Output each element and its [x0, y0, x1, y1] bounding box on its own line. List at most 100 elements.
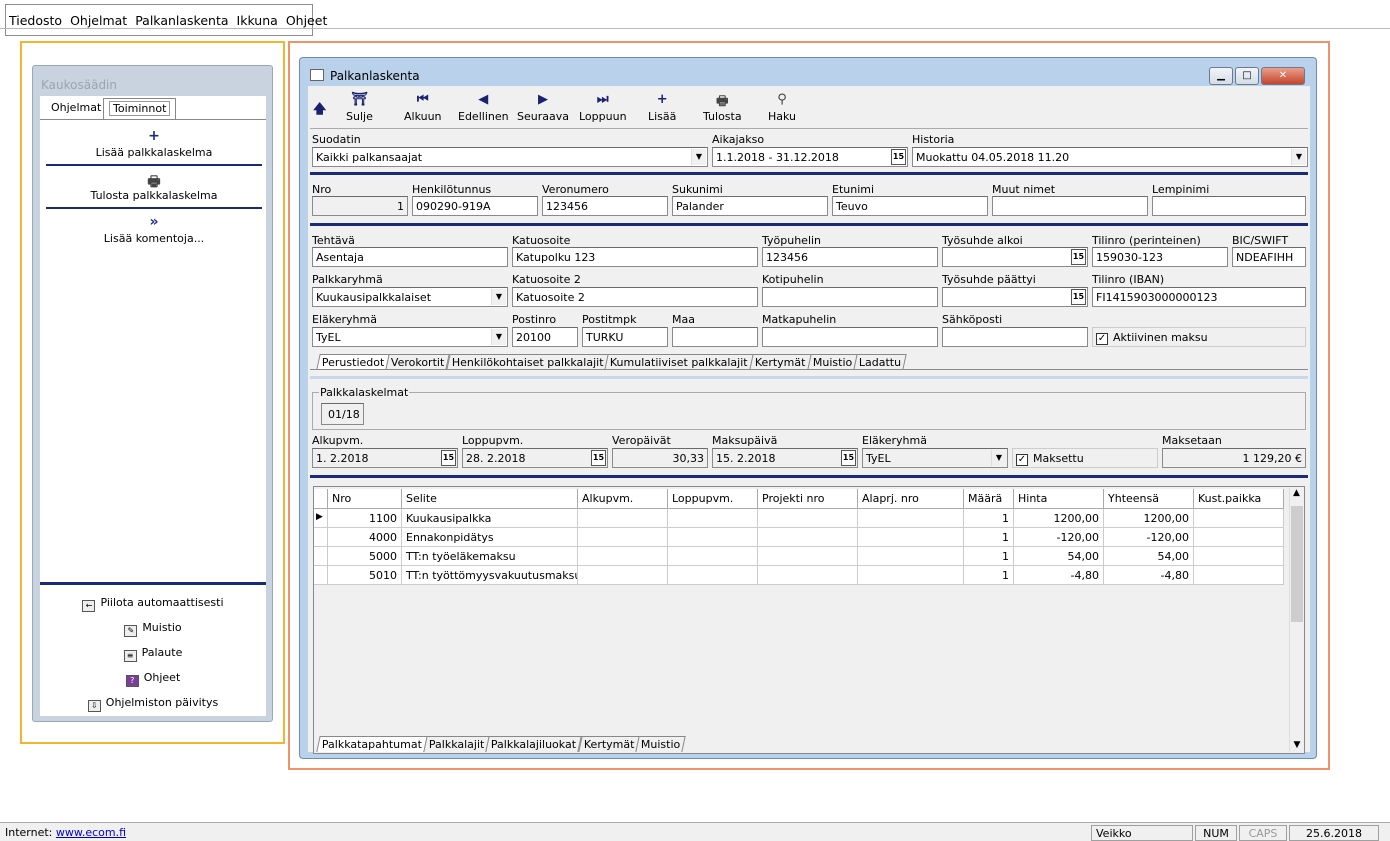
- calendar-icon[interactable]: 15: [1071, 249, 1086, 265]
- table-cell[interactable]: [668, 566, 758, 585]
- table-cell[interactable]: [1194, 566, 1284, 585]
- table-cell[interactable]: 1: [964, 566, 1014, 585]
- table-cell[interactable]: [858, 509, 964, 528]
- payment-date-field[interactable]: 15. 2.2018 15: [712, 448, 858, 468]
- active-payment-checkbox[interactable]: ✓ Aktiivinen maksu: [1092, 327, 1306, 347]
- toolbar-first[interactable]: ⏮ Alkuun: [404, 92, 442, 123]
- table-cell[interactable]: 5010: [328, 566, 402, 585]
- table-cell[interactable]: 5000: [328, 547, 402, 566]
- street2-field[interactable]: Katuosoite 2: [512, 287, 758, 307]
- end-date-field[interactable]: 28. 2.2018 15: [462, 448, 608, 468]
- other-names-field[interactable]: [992, 196, 1148, 216]
- table-cell[interactable]: [758, 547, 858, 566]
- to-pay-field[interactable]: 1 129,20 €: [1162, 448, 1306, 468]
- filter-select[interactable]: Kaikki palkansaajat ▼: [312, 147, 708, 167]
- grid-header[interactable]: Nro: [328, 489, 402, 509]
- tab-palkkatapahtumat[interactable]: Palkkatapahtumat: [316, 736, 428, 752]
- table-cell[interactable]: 4000: [328, 528, 402, 547]
- print-payslip-command[interactable]: 🖶 Tulosta palkkalaskelma: [46, 171, 262, 202]
- postal-code-field[interactable]: 20100: [512, 327, 578, 347]
- tab-muistio-bottom[interactable]: Muistio: [635, 736, 687, 752]
- tab-toiminnot[interactable]: Toiminnot: [103, 98, 177, 120]
- row-selector[interactable]: [314, 547, 328, 566]
- grid-header[interactable]: Kust.paikka: [1194, 489, 1284, 509]
- tab-perustiedot[interactable]: Perustiedot: [316, 354, 391, 370]
- mobile-field[interactable]: [762, 327, 938, 347]
- toolbar-prev[interactable]: ◀ Edellinen: [458, 92, 509, 123]
- table-cell[interactable]: Kuukausipalkka: [402, 509, 578, 528]
- table-cell[interactable]: [578, 509, 668, 528]
- employment-start-field[interactable]: 15: [942, 247, 1088, 267]
- tab-verokortit[interactable]: Verokortit: [385, 354, 451, 370]
- scroll-thumb[interactable]: [1291, 506, 1303, 622]
- maximize-button[interactable]: □: [1235, 67, 1259, 85]
- toolbar-close[interactable]: ⛩ Sulje: [346, 92, 373, 123]
- job-field[interactable]: Asentaja: [312, 247, 508, 267]
- table-cell[interactable]: 1100: [328, 509, 402, 528]
- row-selector[interactable]: [314, 528, 328, 547]
- row-selector[interactable]: [314, 566, 328, 585]
- menu-ohjelmat[interactable]: Ohjelmat: [70, 13, 127, 28]
- table-cell[interactable]: TT:n työttömyysvakuutusmaksu: [402, 566, 578, 585]
- tab-palkkalajiluokat[interactable]: Palkkalajiluokat: [485, 736, 583, 752]
- minimize-button[interactable]: ▁: [1209, 67, 1233, 85]
- menu-ikkuna[interactable]: Ikkuna: [237, 13, 278, 28]
- splitter[interactable]: [310, 376, 1308, 379]
- country-field[interactable]: [672, 327, 758, 347]
- menu-ohjeet[interactable]: Ohjeet: [286, 13, 328, 28]
- first-name-field[interactable]: Teuvo: [832, 196, 988, 216]
- calendar-icon[interactable]: 15: [841, 450, 856, 466]
- toolbar-print[interactable]: 🖶 Tulosta: [703, 92, 742, 123]
- close-button[interactable]: ✕: [1261, 67, 1305, 85]
- last-name-field[interactable]: Palander: [672, 196, 828, 216]
- table-cell[interactable]: 1: [964, 509, 1014, 528]
- table-cell[interactable]: [758, 566, 858, 585]
- grid-header[interactable]: Määrä: [964, 489, 1014, 509]
- toolbar-next[interactable]: ▶ Seuraava: [517, 92, 569, 123]
- employment-end-field[interactable]: 15: [942, 287, 1088, 307]
- calc-pension-select[interactable]: TyEL ▼: [862, 448, 1008, 468]
- table-cell[interactable]: [668, 509, 758, 528]
- table-cell[interactable]: 1200,00: [1014, 509, 1104, 528]
- calendar-icon[interactable]: 15: [591, 450, 606, 466]
- table-cell[interactable]: [578, 547, 668, 566]
- table-cell[interactable]: [858, 528, 964, 547]
- calendar-icon[interactable]: 15: [1071, 289, 1086, 305]
- period-field[interactable]: 1.1.2018 - 31.12.2018 15: [712, 147, 908, 167]
- up-button[interactable]: 🡅: [313, 100, 326, 118]
- more-commands[interactable]: » Lisää komentoja...: [46, 214, 262, 245]
- table-cell[interactable]: 1: [964, 547, 1014, 566]
- add-payslip-command[interactable]: + Lisää palkkalaskelma: [46, 128, 262, 159]
- help-button[interactable]: ? Ohjeet: [40, 671, 266, 687]
- iban-field[interactable]: FI1415903000000123: [1092, 287, 1306, 307]
- calendar-icon[interactable]: 15: [441, 450, 456, 466]
- feedback-button[interactable]: ≡ Palaute: [40, 646, 266, 662]
- tab-muistio[interactable]: Muistio: [806, 354, 858, 370]
- start-date-field[interactable]: 1. 2.2018 15: [312, 448, 458, 468]
- bic-field[interactable]: NDEAFIHH: [1232, 247, 1306, 267]
- table-cell[interactable]: TT:n työeläkemaksu: [402, 547, 578, 566]
- table-cell[interactable]: [858, 547, 964, 566]
- email-field[interactable]: [942, 327, 1088, 347]
- tab-kertymat[interactable]: Kertymät: [749, 354, 812, 370]
- table-cell[interactable]: 1200,00: [1104, 509, 1194, 528]
- scroll-down-icon[interactable]: ▼: [1290, 740, 1304, 750]
- tab-kumulatiiviset[interactable]: Kumulatiiviset palkkalajit: [604, 354, 754, 370]
- payslip-item[interactable]: 01/18: [321, 403, 364, 425]
- tab-palkkalajit[interactable]: Palkkalajit: [423, 736, 491, 752]
- table-cell[interactable]: [758, 528, 858, 547]
- tab-henkilokohtaiset[interactable]: Henkilökohtaiset palkkalajit: [446, 354, 610, 370]
- calendar-icon[interactable]: 15: [891, 149, 906, 165]
- software-update-button[interactable]: ⇩ Ohjelmiston päivitys: [40, 696, 266, 712]
- table-cell[interactable]: -4,80: [1104, 566, 1194, 585]
- notes-button[interactable]: ✎ Muistio: [40, 621, 266, 637]
- history-select[interactable]: Muokattu 04.05.2018 11.20 ▼: [912, 147, 1308, 167]
- tab-kertymat-bottom[interactable]: Kertymät: [577, 736, 640, 752]
- toolbar-add[interactable]: + Lisää: [648, 92, 676, 123]
- toolbar-search[interactable]: ⚲ Haku: [768, 92, 796, 123]
- grid-header[interactable]: Projekti nro: [758, 489, 858, 509]
- table-cell[interactable]: -4,80: [1014, 566, 1104, 585]
- nickname-field[interactable]: [1152, 196, 1306, 216]
- tab-ladattu[interactable]: Ladattu: [853, 354, 907, 370]
- city-field[interactable]: TURKU: [582, 327, 668, 347]
